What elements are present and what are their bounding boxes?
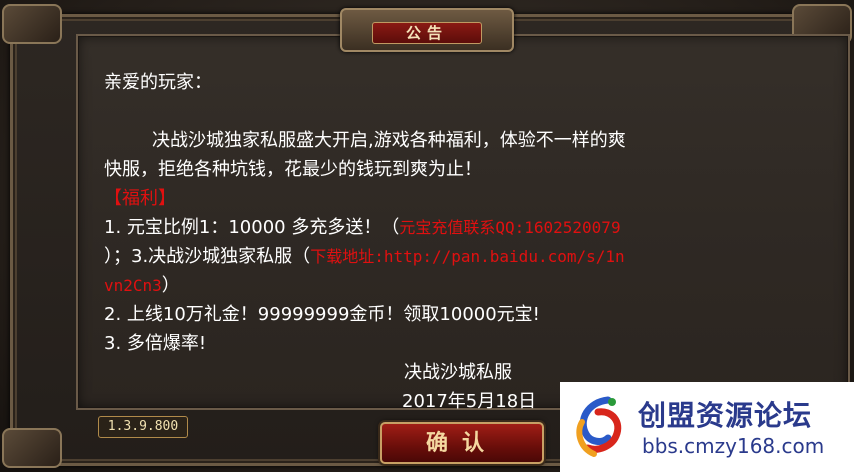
- greeting: 亲爱的玩家：: [104, 72, 212, 93]
- qq-contact: 元宝充值联系QQ:1602520079: [399, 218, 621, 237]
- benefit-text: ）: [161, 275, 180, 296]
- forum-logo-icon: [576, 396, 622, 457]
- benefit-item: vn2Cn3）: [104, 271, 834, 300]
- watermark-title: 创盟资源论坛: [638, 399, 813, 432]
- intro-line: 决战沙城独家私服盛大开启,游戏各种福利，体验不一样的爽: [152, 130, 626, 151]
- announcement-content: 亲爱的玩家： 决战沙城独家私服盛大开启,游戏各种福利，体验不一样的爽 快服，拒绝…: [104, 68, 834, 416]
- dialog-title: 公告: [372, 22, 482, 44]
- benefit-text: 1. 元宝比例1：10000 多充多送！（: [104, 217, 400, 238]
- benefit-item: ）；3.决战沙城独家私服（下载地址:http://pan.baidu.com/s…: [104, 242, 834, 271]
- benefit-item: 2. 上线10万礼金！99999999金币！领取10000元宝!: [104, 304, 540, 325]
- benefit-item: 3. 多倍爆率!: [104, 333, 207, 354]
- download-link[interactable]: 下载地址:http://pan.baidu.com/s/1n: [310, 247, 624, 266]
- watermark-url: bbs.cmzy168.com: [642, 434, 825, 458]
- download-link[interactable]: vn2Cn3: [104, 276, 162, 295]
- watermark: 创盟资源论坛 bbs.cmzy168.com: [560, 382, 854, 472]
- title-plate: 公告: [340, 8, 514, 52]
- corner-ornament: [2, 4, 62, 44]
- dialog-frame: 公告 亲爱的玩家： 决战沙城独家私服盛大开启,游戏各种福利，体验不一样的爽 快服…: [0, 0, 854, 472]
- benefit-item: 1. 元宝比例1：10000 多充多送！（元宝充值联系QQ:1602520079: [104, 213, 834, 242]
- version-label: 1.3.9.800: [98, 416, 188, 438]
- benefits-heading: 【福利】: [104, 188, 176, 209]
- confirm-button[interactable]: 确认: [380, 422, 544, 464]
- benefit-text: ）；3.决战沙城独家私服（: [104, 246, 311, 267]
- corner-ornament: [2, 428, 62, 468]
- intro-line: 快服，拒绝各种坑钱，花最少的钱玩到爽为止！: [104, 159, 482, 180]
